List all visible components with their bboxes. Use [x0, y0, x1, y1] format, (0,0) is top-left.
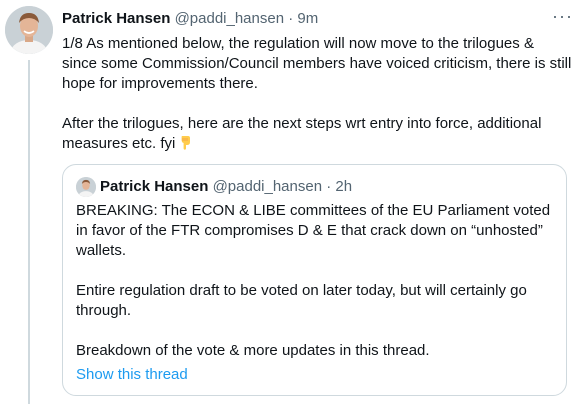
tweet-header: Patrick Hansen @paddi_hansen · 9m — [62, 9, 318, 29]
author-name[interactable]: Patrick Hansen — [62, 10, 170, 27]
timestamp[interactable]: 9m — [297, 10, 318, 27]
quoted-avatar-image — [76, 177, 96, 197]
tweet-paragraph-with-emoji: After the trilogues, here are the next s… — [62, 114, 572, 154]
quoted-tweet[interactable]: Patrick Hansen @paddi_hansen · 2h BREAKI… — [62, 164, 567, 396]
thread-line — [28, 60, 30, 404]
show-thread-link[interactable]: Show this thread — [76, 365, 188, 385]
quoted-timestamp: 2h — [335, 178, 353, 195]
quoted-separator: · — [326, 178, 332, 195]
quoted-author-name: Patrick Hansen — [100, 178, 209, 195]
separator: · — [288, 10, 294, 27]
more-icon[interactable]: ··· — [552, 7, 572, 25]
tweet-paragraph: After the trilogues, here are the next s… — [62, 115, 542, 152]
avatar-image — [5, 6, 53, 54]
tweet[interactable]: Patrick Hansen @paddi_hansen · 9m ··· 1/… — [0, 0, 586, 404]
quoted-author-handle: @paddi_hansen — [212, 178, 323, 195]
quoted-paragraph: BREAKING: The ECON & LIBE committees of … — [76, 202, 551, 259]
avatar[interactable] — [5, 6, 53, 54]
tweet-paragraph: 1/8 As mentioned below, the regulation w… — [62, 35, 572, 92]
backhand-index-pointing-down-icon — [181, 136, 191, 150]
author-handle[interactable]: @paddi_hansen — [175, 10, 284, 27]
quoted-avatar — [76, 177, 96, 197]
quoted-tweet-header: Patrick Hansen @paddi_hansen · 2h — [100, 177, 352, 197]
quoted-tweet-text: BREAKING: The ECON & LIBE committees of … — [76, 201, 556, 361]
tweet-text: 1/8 As mentioned below, the regulation w… — [62, 34, 572, 154]
quoted-paragraph: Entire regulation draft to be voted on l… — [76, 282, 527, 319]
quoted-paragraph: Breakdown of the vote & more updates in … — [76, 342, 430, 359]
